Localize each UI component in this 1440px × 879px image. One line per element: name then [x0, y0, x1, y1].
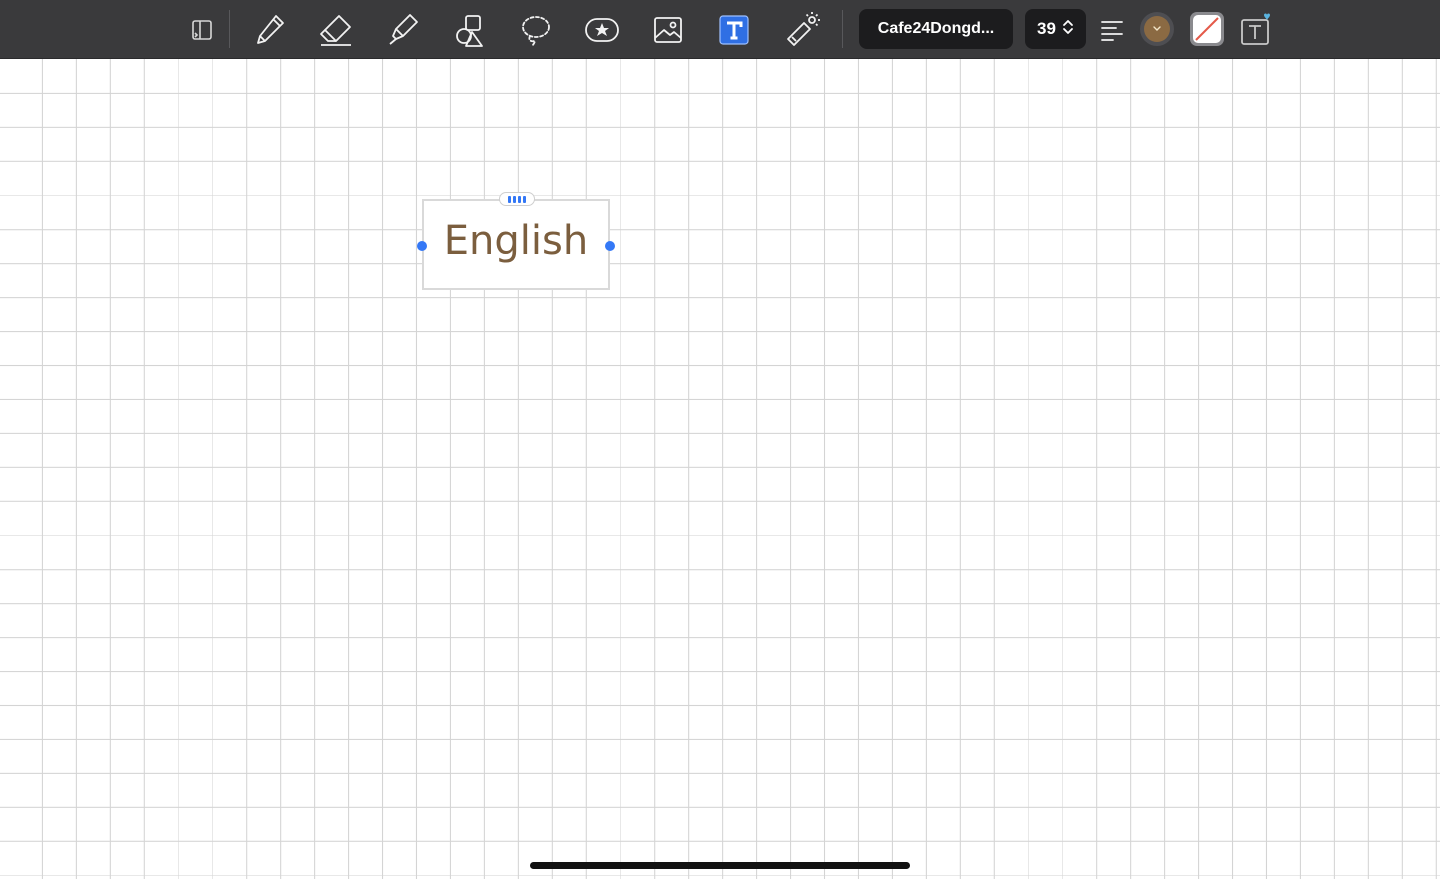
home-indicator	[530, 862, 910, 869]
lasso-tool-button[interactable]	[514, 8, 558, 52]
sticker-tool-button[interactable]	[580, 8, 624, 52]
font-size-stepper[interactable]: 39	[1025, 9, 1086, 49]
pen-icon	[252, 12, 288, 48]
eraser-icon	[317, 12, 355, 48]
lasso-icon	[518, 12, 554, 48]
text-align-button[interactable]	[1090, 8, 1134, 52]
highlighter-tool-button[interactable]	[381, 8, 425, 52]
text-color-button[interactable]	[1140, 12, 1174, 46]
chevron-up-down-icon	[1062, 18, 1074, 41]
text-style-icon	[1237, 12, 1275, 48]
text-color-swatch	[1144, 16, 1170, 42]
toolbar: Cafe24Dongd... 39	[0, 0, 1440, 59]
text-tool-icon	[717, 13, 751, 47]
shapes-tool-button[interactable]	[448, 8, 492, 52]
laser-pointer-icon	[782, 11, 822, 49]
font-family-button[interactable]: Cafe24Dongd...	[859, 9, 1013, 49]
note-canvas[interactable]: English	[0, 59, 1440, 879]
shapes-icon	[452, 12, 488, 48]
chevron-down-icon	[1153, 24, 1161, 34]
toolbar-divider	[842, 10, 843, 48]
font-size-value: 39	[1037, 19, 1056, 38]
toolbar-divider	[229, 10, 230, 48]
laser-pointer-tool-button[interactable]	[780, 8, 824, 52]
align-left-icon	[1099, 18, 1125, 42]
text-box[interactable]: English	[417, 192, 615, 290]
resize-handle-left[interactable]	[417, 241, 427, 251]
no-fill-icon	[1190, 12, 1224, 46]
page-layout-icon	[187, 15, 217, 45]
text-tool-button[interactable]	[712, 8, 756, 52]
text-background-button[interactable]	[1190, 12, 1224, 46]
text-style-button[interactable]	[1234, 8, 1278, 52]
drag-handle[interactable]	[499, 192, 535, 206]
eraser-tool-button[interactable]	[314, 8, 358, 52]
page-layout-button[interactable]	[180, 8, 224, 52]
sticker-icon	[583, 12, 621, 48]
image-tool-button[interactable]	[646, 8, 690, 52]
highlighter-icon	[385, 12, 421, 48]
image-icon	[650, 12, 686, 48]
text-box-content[interactable]: English	[424, 221, 608, 261]
resize-handle-right[interactable]	[605, 241, 615, 251]
pen-tool-button[interactable]	[248, 8, 292, 52]
font-family-label: Cafe24Dongd...	[877, 20, 995, 37]
